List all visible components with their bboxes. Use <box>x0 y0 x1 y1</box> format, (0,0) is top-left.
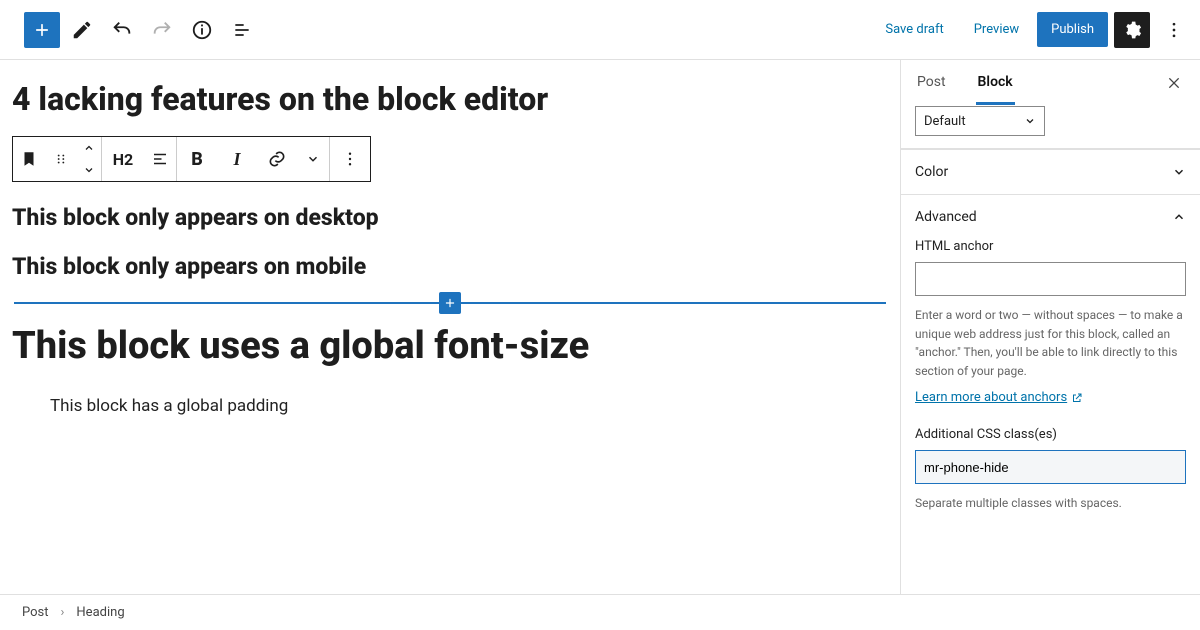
undo-button[interactable] <box>104 12 140 48</box>
css-class-input[interactable] <box>915 450 1186 484</box>
color-panel-header[interactable]: Color <box>901 149 1200 194</box>
link-button[interactable] <box>257 137 297 181</box>
align-icon <box>151 150 169 168</box>
info-icon <box>191 19 213 41</box>
align-button[interactable] <box>144 137 176 181</box>
anchor-input[interactable] <box>915 262 1186 296</box>
close-sidebar-button[interactable] <box>1162 71 1186 95</box>
move-up-button[interactable] <box>77 137 101 159</box>
select-value: Default <box>924 114 966 129</box>
advanced-panel-header[interactable]: Advanced <box>901 194 1200 239</box>
redo-button[interactable] <box>144 12 180 48</box>
paragraph-block-padding[interactable]: This block has a global padding <box>12 396 888 416</box>
breadcrumb-root[interactable]: Post <box>22 605 49 620</box>
css-help-text: Separate multiple classes with spaces. <box>915 494 1186 513</box>
anchor-help-text: Enter a word or two — without spaces — t… <box>915 306 1186 380</box>
settings-button[interactable] <box>1114 12 1150 48</box>
breadcrumb-current[interactable]: Heading <box>76 605 124 620</box>
more-vertical-icon <box>341 150 359 168</box>
chevron-down-icon <box>1024 115 1036 127</box>
post-title[interactable]: 4 lacking features on the block editor <box>12 80 888 118</box>
add-block-button[interactable] <box>24 12 60 48</box>
top-right-tools: Save draft Preview Publish <box>873 12 1192 48</box>
more-vertical-icon <box>1164 20 1184 40</box>
settings-sidebar: Post Block Default Color Advanced HTML a… <box>900 60 1200 594</box>
gear-icon <box>1122 20 1142 40</box>
top-toolbar: Save draft Preview Publish <box>0 0 1200 60</box>
advanced-panel-body: HTML anchor Enter a word or two — withou… <box>901 239 1200 527</box>
preview-button[interactable]: Preview <box>962 14 1031 45</box>
chevron-down-icon <box>1172 165 1186 179</box>
chevron-down-icon <box>306 152 320 166</box>
tab-block[interactable]: Block <box>976 62 1015 105</box>
external-link-icon <box>1071 392 1083 404</box>
list-icon <box>232 20 252 40</box>
more-format-button[interactable] <box>297 137 329 181</box>
heading-block-mobile[interactable]: This block only appears on mobile <box>12 253 888 280</box>
pencil-icon <box>71 19 93 41</box>
anchor-label: HTML anchor <box>915 239 1186 254</box>
plus-icon <box>443 296 457 310</box>
outline-button[interactable] <box>224 12 260 48</box>
breadcrumb-separator: › <box>61 605 65 620</box>
info-button[interactable] <box>184 12 220 48</box>
anchor-learn-link[interactable]: Learn more about anchors <box>915 390 1083 405</box>
drag-handle[interactable] <box>45 137 77 181</box>
more-menu-button[interactable] <box>1156 12 1192 48</box>
block-inserter-line <box>14 302 886 304</box>
typography-select-row: Default <box>901 106 1200 149</box>
typography-select[interactable]: Default <box>915 106 1045 136</box>
heading-block-desktop[interactable]: This block only appears on desktop <box>12 204 888 231</box>
bookmark-icon <box>20 150 38 168</box>
anchor-learn-text: Learn more about anchors <box>915 390 1067 405</box>
chevron-up-icon <box>83 142 95 154</box>
block-toolbar: H2 B I <box>12 136 371 182</box>
edit-tool-button[interactable] <box>64 12 100 48</box>
top-left-tools <box>24 12 260 48</box>
plus-icon <box>32 20 52 40</box>
close-icon <box>1166 75 1182 91</box>
chevron-down-icon <box>83 164 95 176</box>
move-down-button[interactable] <box>77 159 101 181</box>
save-draft-button[interactable]: Save draft <box>873 14 955 45</box>
publish-button[interactable]: Publish <box>1037 12 1108 47</box>
css-label: Additional CSS class(es) <box>915 427 1186 442</box>
link-icon <box>267 149 287 169</box>
drag-icon <box>54 152 68 166</box>
workspace: 4 lacking features on the block editor H… <box>0 60 1200 594</box>
bold-button[interactable]: B <box>177 137 217 181</box>
heading-level-button[interactable]: H2 <box>102 137 144 181</box>
breadcrumb: Post › Heading <box>0 594 1200 630</box>
color-panel-label: Color <box>915 164 948 180</box>
redo-icon <box>151 19 173 41</box>
advanced-panel-label: Advanced <box>915 209 977 225</box>
inline-insert-button[interactable] <box>439 292 461 314</box>
heading-block-fontsize[interactable]: This block uses a global font-size <box>12 324 888 368</box>
move-buttons <box>77 137 101 181</box>
chevron-up-icon <box>1172 210 1186 224</box>
sidebar-tabs: Post Block <box>901 60 1200 106</box>
block-more-button[interactable] <box>330 137 370 181</box>
undo-icon <box>111 19 133 41</box>
editor-canvas[interactable]: 4 lacking features on the block editor H… <box>0 60 900 594</box>
block-type-button[interactable] <box>13 137 45 181</box>
tab-post[interactable]: Post <box>915 62 948 105</box>
italic-button[interactable]: I <box>217 137 257 181</box>
